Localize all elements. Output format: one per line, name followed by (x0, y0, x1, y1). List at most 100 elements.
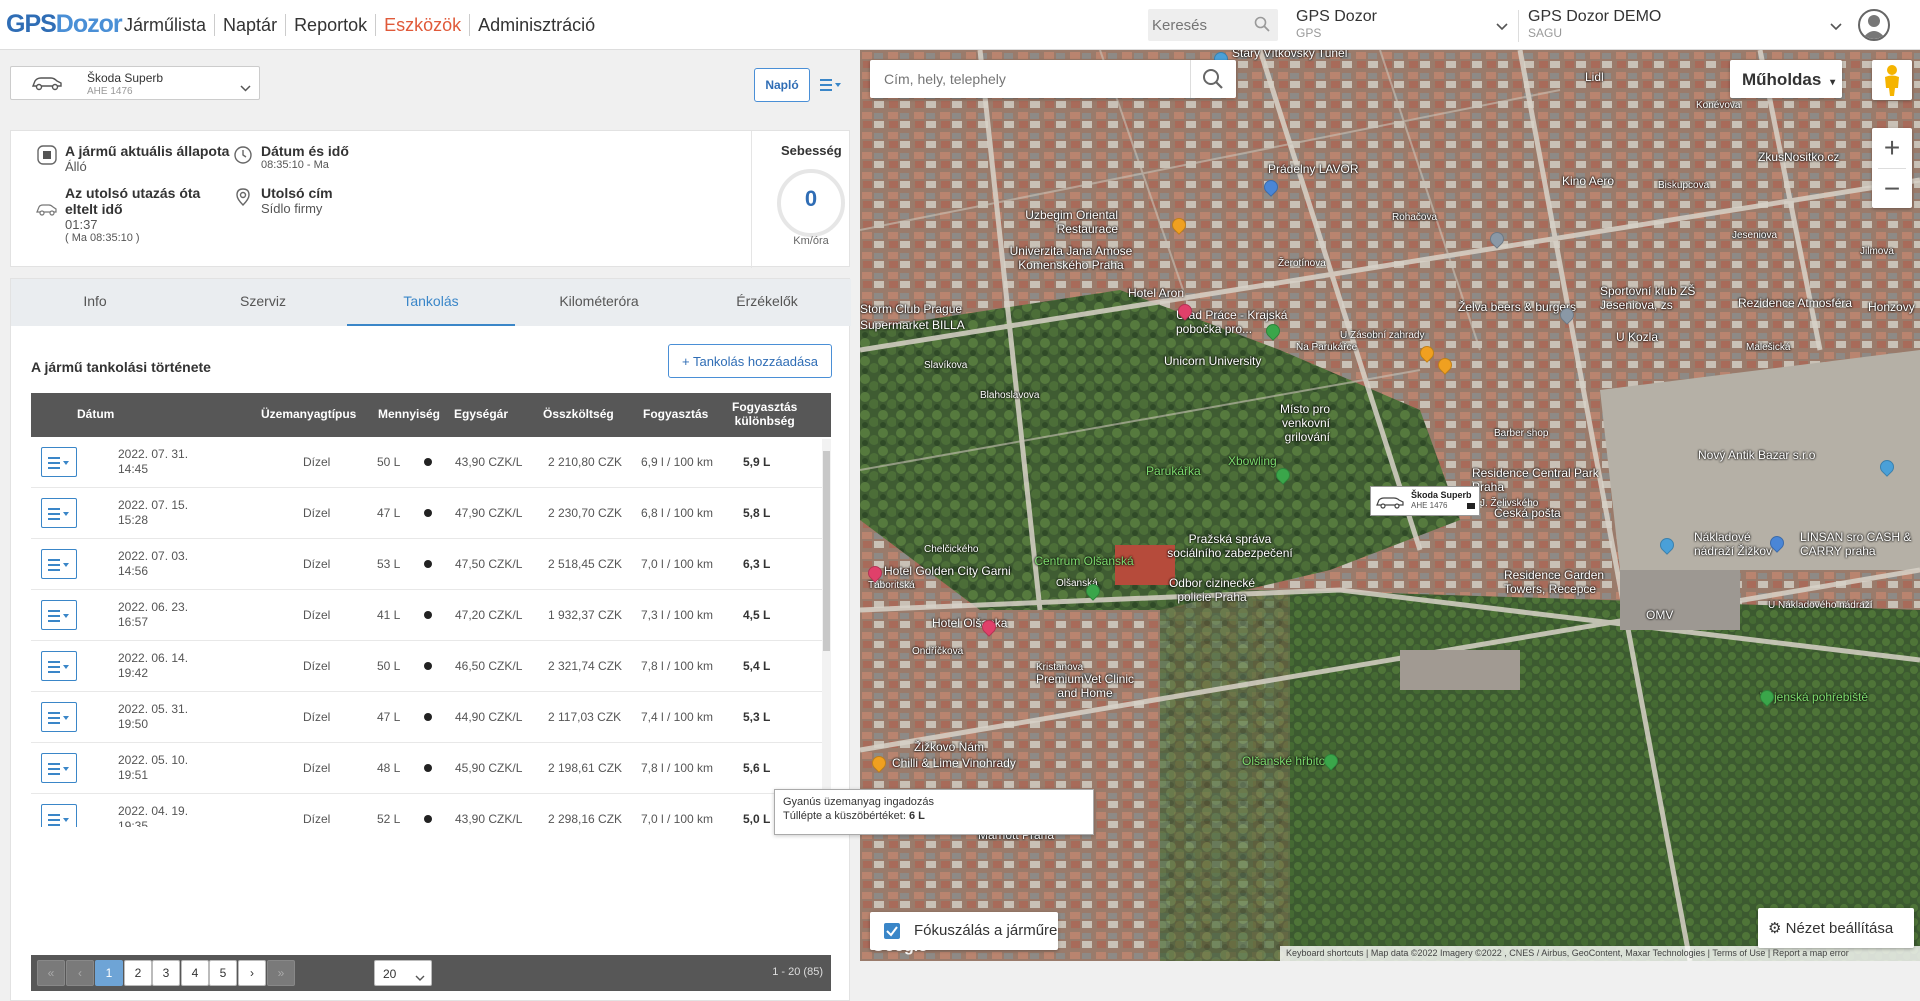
prev-page-button[interactable]: ‹ (66, 960, 94, 986)
table-row[interactable]: 2022. 06. 14. 19:42 Dízel 50 L 46,50 CZK/L 2 … (31, 641, 831, 692)
table-row[interactable]: 2022. 07. 31. 14:45 Dízel 50 L 43,90 CZK/L 2 … (31, 437, 831, 488)
global-search-input[interactable] (1152, 16, 1252, 34)
map-place-label[interactable]: Lidl (1585, 70, 1604, 84)
map-place-label[interactable]: Prádelny LAVOR (1268, 162, 1359, 176)
row-menu-button[interactable] (41, 753, 77, 783)
map-place-label[interactable]: Úřad Práce - Krajská pobočka pro... (1176, 308, 1336, 336)
map-place-label[interactable]: Nový Antik Bazar s.r.o (1698, 448, 1815, 462)
map-place-label[interactable]: Hotel Aron (1128, 286, 1184, 300)
map-place-label[interactable]: Sportovní klub ZŠ Jeseniova, zs (1600, 284, 1720, 312)
row-menu-button[interactable] (41, 600, 77, 630)
map-place-label[interactable]: Rezidence Atmosféra (1738, 296, 1852, 310)
map-place-label[interactable]: Univerzita Jana Amose Komenského Praha (996, 244, 1146, 272)
nav-calendar[interactable]: Naptár (214, 14, 285, 36)
map-place-label[interactable]: Residence Garden Towers, Recepce (1504, 568, 1634, 596)
row-menu-button[interactable] (41, 702, 77, 732)
map-type-selector[interactable]: Műholdas ▾ (1730, 60, 1842, 98)
tab-odometer[interactable]: Kilométeróra (515, 279, 683, 326)
page-4-button[interactable]: 4 (181, 960, 209, 986)
table-row[interactable]: 2022. 05. 10. 19:51 Dízel 48 L 45,90 CZK/L 2 … (31, 743, 831, 794)
map-place-label[interactable]: OMV (1646, 608, 1673, 622)
tab-refuelling[interactable]: Tankolás (347, 279, 515, 326)
table-row[interactable]: 2022. 07. 15. 15:28 Dízel 47 L 47,90 CZK/L 2 … (31, 488, 831, 539)
map-place-label[interactable]: Residence Central Park Praha (1472, 466, 1600, 494)
map-place-label[interactable]: Parukářka (1146, 464, 1201, 478)
last-page-button[interactable]: » (267, 960, 295, 986)
checkbox-checked-icon[interactable] (884, 923, 900, 939)
map-place-label[interactable]: Místo pro venkovní grilování (1240, 402, 1330, 444)
row-menu-button[interactable] (41, 447, 77, 477)
col-quantity[interactable]: Mennyiség (378, 407, 440, 421)
nav-reports[interactable]: Reportok (285, 14, 375, 36)
gps-dozor-logo[interactable]: GPSDozor (6, 10, 123, 39)
page-size-select[interactable]: 20 (374, 960, 432, 986)
tab-info[interactable]: Info (11, 279, 179, 326)
map-place-label[interactable]: Centrum Olšanská (1034, 554, 1134, 568)
map-place-label[interactable]: PremiumVet Clinic and Home (1030, 672, 1140, 700)
map-place-label[interactable]: Xbowling (1228, 454, 1277, 468)
table-row[interactable]: 2022. 07. 03. 14:56 Dízel 53 L 47,50 CZK/L 2 … (31, 539, 831, 590)
row-menu-button[interactable] (41, 651, 77, 681)
table-row[interactable]: 2022. 04. 19. 19:35 Dízel 52 L 43,90 CZK/L 2 … (31, 794, 831, 827)
map-place-label[interactable]: ZkusNositko.cz (1758, 150, 1839, 164)
table-row[interactable]: 2022. 05. 31. 19:50 Dízel 47 L 44,90 CZK/L 2 … (31, 692, 831, 743)
account-selector-demo[interactable]: GPS Dozor DEMO SAGU (1528, 8, 1842, 44)
first-page-button[interactable]: « (37, 960, 65, 986)
speed-unit: Km/óra (793, 235, 829, 247)
vehicle-selector[interactable]: Škoda Superb AHE 1476 (10, 66, 260, 100)
page-5-button[interactable]: 5 (209, 960, 237, 986)
col-unit-price[interactable]: Egységár (454, 407, 508, 421)
zoom-in-button[interactable]: + (1872, 128, 1912, 168)
col-date[interactable]: Dátum (77, 407, 114, 421)
tab-sensors[interactable]: Érzékelők (683, 279, 851, 326)
nav-administration[interactable]: Adminisztráció (469, 14, 603, 36)
add-refuel-button[interactable]: + Tankolás hozzáadása (668, 344, 832, 378)
map-place-label[interactable]: Odbor cizinecké policie Praha (1152, 576, 1272, 604)
account-selector-gps[interactable]: GPS Dozor GPS (1296, 8, 1508, 44)
map-place-label[interactable]: Barber shop (1494, 428, 1548, 439)
user-avatar-icon[interactable] (1858, 9, 1890, 41)
nav-tools[interactable]: Eszközök (375, 14, 469, 36)
map-place-label[interactable]: Žižkovo Nám. (914, 740, 987, 754)
map-place-label[interactable]: Želva beers & burgers (1458, 300, 1576, 314)
map-place-label[interactable]: Pražská správa sociálního zabezpečení (1160, 532, 1300, 560)
row-menu-button[interactable] (41, 498, 77, 528)
map-place-label[interactable]: Unicorn University (1164, 354, 1261, 368)
map-search-input[interactable] (884, 71, 1164, 87)
map-place-label[interactable]: Kino Aero (1562, 174, 1614, 188)
map-place-label[interactable]: Vojenská pohřebiště (1760, 690, 1868, 704)
page-2-button[interactable]: 2 (124, 960, 152, 986)
log-button[interactable]: Napló (754, 68, 810, 102)
list-menu-button[interactable] (816, 72, 848, 98)
search-icon[interactable] (1254, 16, 1270, 37)
street-view-pegman-icon[interactable] (1872, 60, 1912, 100)
nav-vehicle-list[interactable]: Járműlista (116, 14, 214, 36)
col-total-cost[interactable]: Összköltség (543, 407, 614, 421)
view-settings-button[interactable]: ⚙ Nézet beállítása (1758, 908, 1914, 948)
map-place-label[interactable]: Supermarket BILLA (860, 318, 965, 332)
tab-service[interactable]: Szerviz (179, 279, 347, 326)
table-scrollbar[interactable] (822, 439, 831, 825)
map-place-label[interactable]: Honzovy (1868, 300, 1915, 314)
search-icon[interactable] (1202, 68, 1224, 95)
map-place-label[interactable]: Chilli & Lime Vinohrady (892, 756, 1016, 770)
map-attribution[interactable]: Keyboard shortcuts | Map data ©2022 Imag… (1280, 946, 1920, 961)
zoom-out-button[interactable]: − (1872, 169, 1912, 209)
page-1-button[interactable]: 1 (95, 960, 123, 986)
col-consumption-diff[interactable]: Fogyasztás különbség (732, 400, 797, 428)
map-place-label[interactable]: Storm Club Prague (860, 302, 962, 316)
map-place-label[interactable]: LINSAN sro CASH & CARRY praha (1800, 530, 1920, 558)
scrollbar-thumb[interactable] (823, 451, 830, 651)
next-page-button[interactable]: › (238, 960, 266, 986)
map-place-label[interactable]: Uzbegim Oriental Restaurace (998, 208, 1118, 236)
row-menu-button[interactable] (41, 804, 77, 827)
vehicle-map-marker[interactable]: Škoda Superb AHE 1476 (1370, 486, 1480, 516)
map-place-label[interactable]: U Kozla (1616, 330, 1658, 344)
table-row[interactable]: 2022. 06. 23. 16:57 Dízel 41 L 47,20 CZK/L 1 … (31, 590, 831, 641)
map-place-label[interactable]: Hotel Golden City Garni (884, 564, 1011, 578)
map-place-label[interactable]: Starý Vítkovský Tunel (1232, 50, 1347, 60)
page-3-button[interactable]: 3 (152, 960, 180, 986)
col-fuel-type[interactable]: Üzemanyagtípus (261, 407, 356, 421)
col-consumption[interactable]: Fogyasztás (643, 407, 708, 421)
row-menu-button[interactable] (41, 549, 77, 579)
